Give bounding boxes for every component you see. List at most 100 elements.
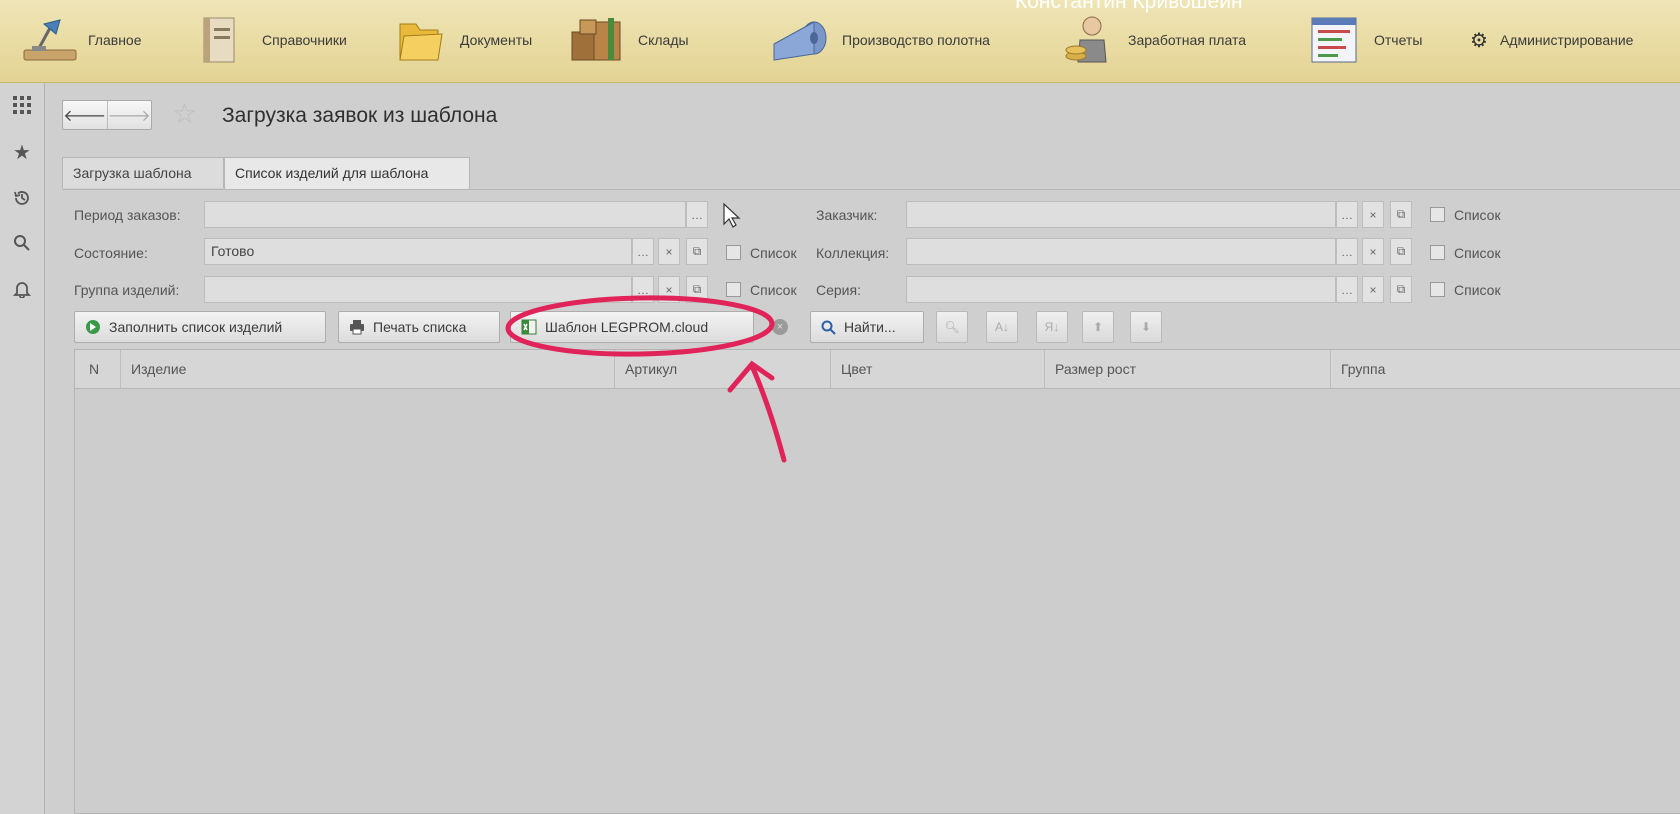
group-clear-button[interactable]: ×	[658, 276, 680, 303]
period-input[interactable]	[204, 201, 686, 228]
menu-item-label: Отчеты	[1374, 32, 1423, 48]
forward-button[interactable]: 🡒	[106, 101, 152, 129]
customer-list-label: Список	[1454, 207, 1501, 223]
menu-item-administration[interactable]: ⚙ Администрирование	[1470, 12, 1633, 68]
series-list-checkbox[interactable]	[1430, 282, 1445, 297]
menu-item-fabric-production[interactable]: Производство полотна	[770, 12, 990, 68]
product-table[interactable]: N Изделие Артикул Цвет Размер рост Групп…	[74, 349, 1680, 814]
back-button[interactable]: 🡐	[63, 101, 107, 129]
state-list-checkbox[interactable]	[726, 245, 741, 260]
move-down-button[interactable]: ⬇	[1130, 311, 1162, 343]
fill-product-list-label: Заполнить список изделий	[109, 319, 283, 335]
search-field-icon: 🔍︎	[944, 320, 960, 334]
top-menu-bar: Константин Кривошеин Главное Справочники…	[0, 0, 1680, 83]
find-button[interactable]: Найти...	[810, 311, 924, 343]
series-label: Серия:	[816, 282, 861, 298]
column-header-color[interactable]: Цвет	[831, 350, 1045, 388]
customer-input[interactable]	[906, 201, 1336, 228]
fill-product-list-button[interactable]: Заполнить список изделий	[74, 311, 326, 343]
reference-book-icon	[203, 17, 235, 63]
series-open-button[interactable]: ⧉	[1390, 276, 1412, 303]
print-list-button[interactable]: Печать списка	[338, 311, 500, 343]
search-icon[interactable]	[10, 231, 34, 255]
arrow-down-icon: ⬇	[1140, 320, 1152, 334]
collection-list-checkbox[interactable]	[1430, 245, 1445, 260]
column-header-product[interactable]: Изделие	[121, 350, 615, 388]
state-open-button[interactable]: ⧉	[686, 238, 708, 265]
series-select-button[interactable]: …	[1336, 276, 1358, 303]
group-input[interactable]	[204, 276, 632, 303]
customer-clear-button[interactable]: ×	[1362, 201, 1384, 228]
state-clear-button[interactable]: ×	[658, 238, 680, 265]
sort-ascending-button[interactable]: A↓	[986, 311, 1018, 343]
menu-item-main[interactable]: Главное	[16, 12, 142, 68]
tab-product-list[interactable]: Список изделий для шаблона	[224, 157, 470, 190]
menu-item-label: Администрирование	[1499, 32, 1634, 48]
group-open-button[interactable]: ⧉	[686, 276, 708, 303]
group-label: Группа изделий:	[74, 282, 180, 298]
state-input[interactable]: Готово	[204, 238, 632, 265]
sort-descending-icon: Я↓	[1044, 320, 1060, 334]
printer-icon	[349, 319, 365, 335]
series-list-label: Список	[1454, 282, 1501, 298]
column-header-article[interactable]: Артикул	[615, 350, 831, 388]
menu-item-reports[interactable]: Отчеты	[1302, 12, 1422, 68]
desk-lamp-icon	[23, 19, 77, 61]
group-list-checkbox[interactable]	[726, 282, 741, 297]
menu-item-salary[interactable]: Заработная плата	[1056, 12, 1246, 68]
customer-open-button[interactable]: ⧉	[1390, 201, 1412, 228]
legprom-template-button[interactable]: Шаблон LEGPROM.cloud	[510, 311, 754, 343]
collection-list-label: Список	[1454, 245, 1501, 261]
column-header-n[interactable]: N	[75, 350, 121, 388]
fill-arrow-icon	[85, 319, 101, 335]
find-label: Найти...	[844, 319, 896, 335]
group-list-label: Список	[750, 282, 797, 298]
collection-label: Коллекция:	[816, 245, 890, 261]
print-list-label: Печать списка	[373, 319, 467, 335]
column-header-group[interactable]: Группа	[1331, 350, 1680, 388]
favorites-star-icon[interactable]: ★	[10, 140, 34, 164]
move-up-button[interactable]: ⬆	[1082, 311, 1114, 343]
menu-item-label: Главное	[88, 32, 142, 48]
menu-item-documents[interactable]: Документы	[388, 12, 532, 68]
period-select-button[interactable]: …	[686, 201, 708, 228]
customer-label: Заказчик:	[816, 207, 878, 223]
sort-ascending-icon: A↓	[994, 320, 1009, 334]
state-label: Состояние:	[74, 245, 148, 261]
tab-divider	[62, 189, 1680, 190]
add-to-favorites-star-icon[interactable]: ☆	[172, 100, 197, 128]
notifications-bell-icon[interactable]	[10, 277, 34, 301]
collection-clear-button[interactable]: ×	[1362, 238, 1384, 265]
series-clear-button[interactable]: ×	[1362, 276, 1384, 303]
apps-grid-icon[interactable]	[10, 93, 34, 117]
report-chart-icon	[1311, 17, 1357, 63]
state-select-button[interactable]: …	[632, 238, 654, 265]
cancel-search-button[interactable]: ×	[764, 311, 796, 343]
fabric-roll-icon	[773, 21, 827, 61]
customer-list-checkbox[interactable]	[1430, 207, 1445, 222]
collection-input[interactable]	[906, 238, 1336, 265]
menu-item-label: Производство полотна	[842, 32, 990, 48]
table-header: N Изделие Артикул Цвет Размер рост Групп…	[75, 350, 1680, 389]
menu-item-warehouses[interactable]: Склады	[566, 12, 689, 68]
history-icon[interactable]	[10, 186, 34, 210]
column-header-size-height[interactable]: Размер рост	[1045, 350, 1331, 388]
page-title: Загрузка заявок из шаблона	[222, 104, 498, 127]
clear-circle-icon: ×	[772, 319, 788, 335]
find-by-current-button[interactable]: 🔍︎	[936, 311, 968, 343]
sort-descending-button[interactable]: Я↓	[1036, 311, 1068, 343]
group-select-button[interactable]: …	[632, 276, 654, 303]
state-list-label: Список	[750, 245, 797, 261]
legprom-template-label: Шаблон LEGPROM.cloud	[545, 319, 709, 335]
menu-item-label: Склады	[638, 32, 689, 48]
collection-open-button[interactable]: ⧉	[1390, 238, 1412, 265]
collection-select-button[interactable]: …	[1336, 238, 1358, 265]
series-input[interactable]	[906, 276, 1336, 303]
customer-select-button[interactable]: …	[1336, 201, 1358, 228]
menu-item-label: Документы	[460, 32, 533, 48]
salary-worker-icon	[1065, 16, 1107, 63]
menu-item-label: Заработная плата	[1128, 32, 1246, 48]
menu-item-references[interactable]: Справочники	[190, 12, 347, 68]
tab-template-load[interactable]: Загрузка шаблона	[62, 157, 224, 188]
warehouse-boxes-icon	[571, 18, 621, 61]
